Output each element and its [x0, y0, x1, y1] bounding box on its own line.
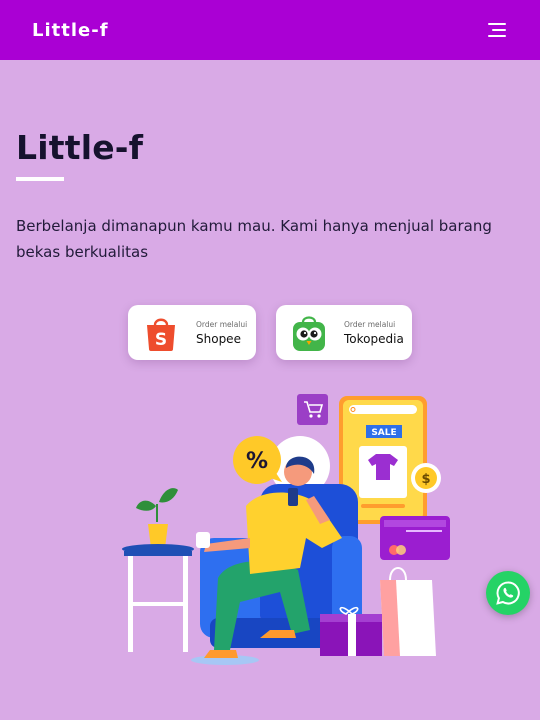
cart-icon — [297, 394, 328, 425]
order-via-label: Order melalui — [196, 319, 248, 329]
whatsapp-chat-button[interactable] — [486, 571, 530, 615]
shopee-label: Shopee — [196, 331, 241, 346]
online-shopping-illustration: SALE $ % — [122, 394, 450, 665]
tokopedia-order-button[interactable]: Order melalui Tokopedia — [276, 305, 412, 360]
hero-title: Little-f — [16, 128, 144, 167]
tokopedia-owl-icon — [293, 315, 325, 351]
order-via-label: Order melalui — [344, 319, 396, 329]
svg-text:S: S — [155, 330, 167, 350]
credit-card-icon — [380, 516, 450, 560]
title-underline — [16, 177, 64, 181]
side-stool — [122, 544, 194, 652]
navbar: Little-f — [0, 0, 540, 60]
percent-symbol: % — [246, 449, 268, 474]
hamburger-menu-icon[interactable] — [486, 21, 506, 39]
dollar-coin-icon: $ — [411, 463, 441, 493]
whatsapp-icon — [496, 581, 520, 605]
dollar-symbol: $ — [421, 472, 430, 487]
tokopedia-label: Tokopedia — [344, 331, 404, 346]
shopee-bag-icon: S — [147, 318, 175, 351]
shopee-order-button[interactable]: S Order melalui Shopee — [128, 305, 256, 360]
plant-pot — [136, 488, 178, 548]
sale-label: SALE — [371, 428, 396, 438]
brand-logo-link[interactable]: Little-f — [32, 20, 109, 41]
hero-description: Berbelanja dimanapun kamu mau. Kami hany… — [16, 217, 492, 261]
